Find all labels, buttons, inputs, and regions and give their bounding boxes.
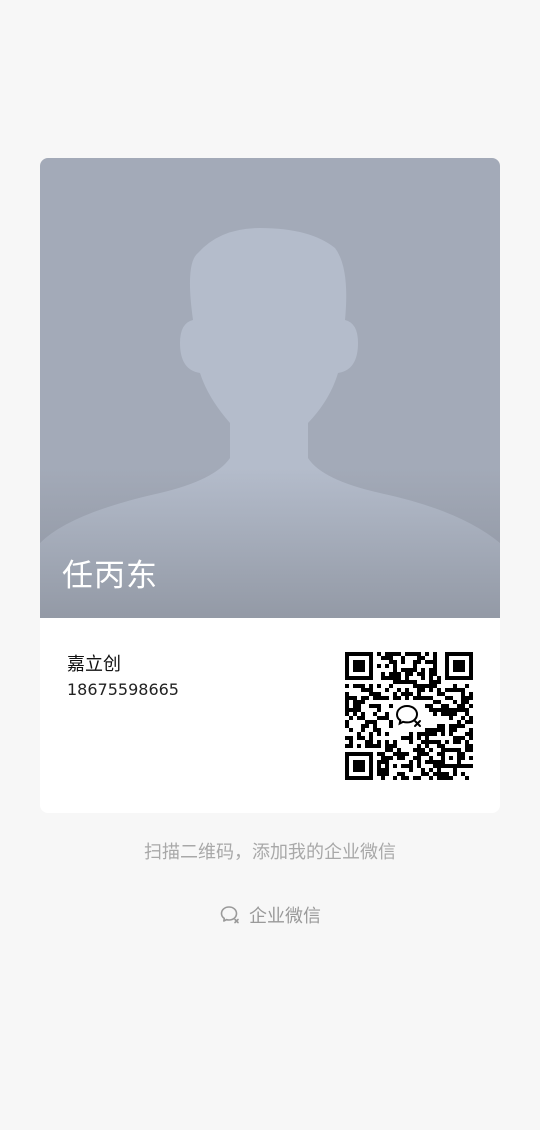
wecom-logo-icon	[220, 906, 239, 924]
company-name: 嘉立创	[67, 654, 121, 675]
qr-code-image	[345, 652, 473, 780]
wecom-brand-label: 企业微信	[249, 906, 321, 927]
business-card: 任丙东 嘉立创 18675598665	[40, 158, 500, 813]
contact-name: 任丙东	[62, 558, 158, 594]
qr-code[interactable]	[345, 652, 473, 780]
avatar-photo: 任丙东	[40, 158, 500, 618]
scan-hint-text: 扫描二维码，添加我的企业微信	[144, 842, 396, 863]
phone-number[interactable]: 18675598665	[67, 680, 179, 699]
business-card-page: 任丙东 嘉立创 18675598665 扫描二维码，添加我的企业微信 企业微信	[0, 0, 540, 1130]
qr-center-wecom-icon	[394, 701, 424, 731]
wecom-brand: 企业微信	[0, 902, 540, 928]
photo-gradient-overlay	[40, 468, 500, 618]
